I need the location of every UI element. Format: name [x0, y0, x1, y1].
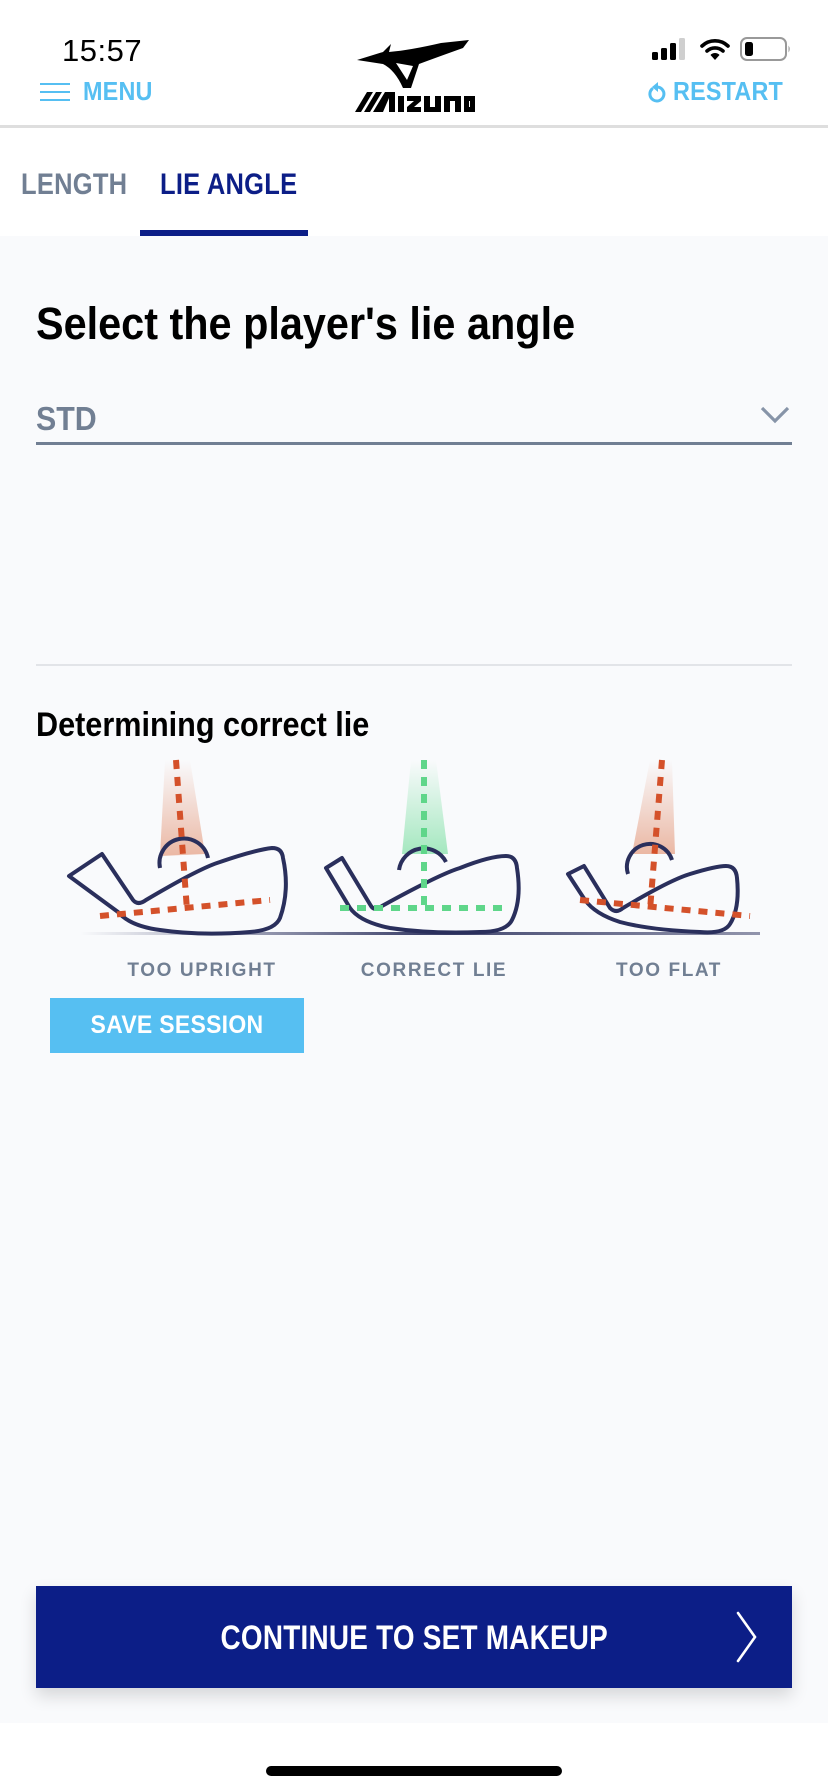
page-title: Select the player's lie angle	[36, 298, 576, 349]
save-session-label: SAVE SESSION	[90, 1011, 264, 1039]
battery-icon	[740, 37, 790, 61]
lie-angle-diagram	[67, 759, 760, 936]
status-icons	[652, 37, 792, 61]
diagram-correct-lie	[324, 760, 521, 935]
lie-angle-select-value: STD	[36, 400, 97, 437]
menu-label: MENU	[83, 76, 153, 106]
home-indicator	[266, 1766, 562, 1776]
continue-label-wrap: CONTINUE TO SET MAKEUP	[36, 1619, 792, 1658]
diagram-too-flat	[566, 759, 751, 935]
main-content: Select the player's lie angle STD Determ…	[0, 236, 828, 1723]
menu-button[interactable]: MENU	[40, 76, 160, 107]
tab-length[interactable]: LENGTH	[21, 168, 127, 202]
section-title: Determining correct lie	[36, 706, 370, 744]
continue-label: CONTINUE TO SET MAKEUP	[220, 1619, 608, 1657]
caption-too-flat: TOO FLAT	[615, 960, 723, 981]
restart-button[interactable]: RESTART	[647, 76, 795, 107]
restart-label: RESTART	[673, 76, 784, 106]
mizuno-logo-icon	[355, 40, 475, 112]
chevron-right-icon	[736, 1611, 757, 1663]
caption-correct-lie: CORRECT LIE	[360, 960, 508, 981]
tab-lie-angle[interactable]: LIE ANGLE	[160, 168, 297, 202]
cellular-signal-icon	[652, 38, 685, 60]
save-session-button[interactable]: SAVE SESSION	[50, 998, 304, 1053]
continue-button[interactable]: CONTINUE TO SET MAKEUP	[36, 1586, 792, 1688]
lie-angle-select[interactable]: STD	[36, 396, 792, 445]
chevron-down-icon	[760, 406, 790, 424]
restart-icon	[648, 81, 666, 102]
tab-bar: LENGTH LIE ANGLE	[0, 128, 828, 236]
wifi-icon	[700, 39, 730, 60]
diagram-too-upright	[67, 759, 288, 936]
caption-too-upright: TOO UPRIGHT	[127, 960, 277, 981]
hamburger-icon	[40, 82, 70, 101]
status-time: 15:57	[62, 33, 143, 68]
section-divider	[36, 664, 792, 666]
